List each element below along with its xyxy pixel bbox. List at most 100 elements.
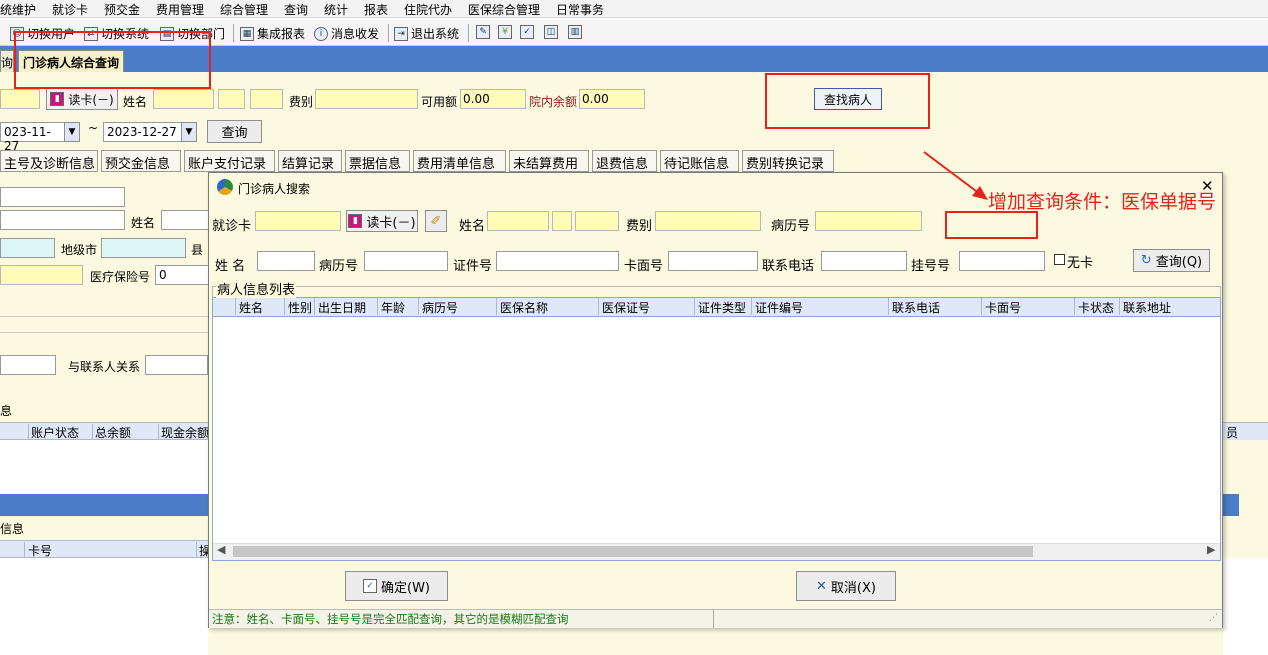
clear-button[interactable]: ✐ — [425, 210, 447, 232]
blue-bar-right — [1223, 494, 1239, 516]
card-reader-icon: ▮ — [50, 92, 65, 106]
dialog-fee-field[interactable] — [655, 211, 761, 231]
no-card-checkbox[interactable] — [1054, 254, 1065, 265]
bg-name-field[interactable] — [161, 210, 211, 230]
exit-icon: ⇥ — [394, 26, 408, 41]
chevron-down-icon: ▼ — [185, 127, 193, 137]
yuan-tool-button[interactable]: ¥ — [498, 25, 512, 39]
bg-yellow-field[interactable] — [0, 265, 83, 285]
message-button[interactable]: i 消息收发 — [314, 25, 379, 42]
menu-query[interactable]: 查询 — [284, 1, 308, 18]
bg-province-field[interactable] — [0, 238, 55, 258]
col-address: 联系地址 — [1120, 298, 1220, 315]
status-divider — [713, 610, 714, 628]
exit-button[interactable]: ⇥ 退出系统 — [394, 25, 459, 42]
check-tool-button[interactable]: ✓ — [520, 25, 534, 39]
switch-system-button[interactable]: ⇄ 切换系统 — [84, 25, 149, 42]
dialog-gender-field[interactable] — [552, 211, 572, 231]
menu-fee[interactable]: 费用管理 — [156, 1, 204, 18]
tab-previous[interactable]: 询 — [0, 50, 14, 72]
switch-dept-button[interactable]: ▤ 切换部门 — [160, 25, 225, 42]
edit-tool-button[interactable]: ✎ — [476, 25, 490, 39]
menu-stats[interactable]: 统计 — [324, 1, 348, 18]
chevron-down-icon: ▼ — [68, 127, 76, 137]
age-field[interactable] — [250, 89, 283, 109]
menu-system[interactable]: 统维护 — [0, 1, 36, 18]
dialog-record-field[interactable] — [815, 211, 922, 231]
tab-unsettled[interactable]: 未结算费用 — [509, 150, 589, 172]
book-tool-button[interactable]: ◫ — [544, 25, 558, 39]
divider — [0, 332, 208, 333]
bg-contact-field[interactable] — [0, 355, 56, 375]
name-field[interactable] — [153, 89, 214, 109]
calc-tool-button[interactable]: ▥ — [568, 25, 582, 39]
read-card-button[interactable]: ▮ 读卡(－) — [46, 88, 118, 110]
dialog-name-field[interactable] — [487, 211, 549, 231]
scrollbar-thumb[interactable] — [233, 546, 1033, 557]
find-patient-button[interactable]: 查找病人 — [814, 88, 882, 110]
dialog-cardface-field[interactable] — [668, 251, 758, 271]
yuan-icon: ¥ — [498, 25, 512, 39]
switch-user-button[interactable]: ☺ 切换用户 — [10, 25, 75, 42]
tab-refund[interactable]: 退费信息 — [592, 150, 657, 172]
dialog-name2-field[interactable] — [257, 251, 315, 271]
fee-type-field[interactable] — [315, 89, 418, 109]
cancel-button[interactable]: ✕ 取消(X) — [796, 571, 896, 601]
date-from-dropdown[interactable]: ▼ — [64, 122, 80, 142]
col-total-balance: 总余额 — [92, 424, 158, 441]
date-to-field[interactable]: 2023-12-27 — [103, 122, 181, 142]
county-label: 县 — [191, 243, 204, 257]
menu-card[interactable]: 就诊卡 — [52, 1, 88, 18]
date-from-field[interactable]: 023-11-27 — [0, 122, 64, 153]
tab-settlement[interactable]: 结算记录 — [278, 150, 342, 172]
report-button[interactable]: ▦ 集成报表 — [240, 25, 305, 42]
dialog-read-card-button[interactable]: ▮ 读卡(－) — [346, 210, 418, 232]
status-note: 注意：姓名、卡面号、挂号号是完全匹配查询，其它的是模糊匹配查询 — [212, 612, 569, 626]
available-label: 可用额 — [421, 95, 458, 109]
dialog-age-field[interactable] — [575, 211, 619, 231]
menu-integrated[interactable]: 综合管理 — [220, 1, 268, 18]
dialog-id-field[interactable] — [496, 251, 619, 271]
tab-pending[interactable]: 待记账信息 — [660, 150, 739, 172]
pencil-icon: ✎ — [476, 25, 490, 39]
insurance-field[interactable]: 0 — [155, 265, 210, 285]
query-button[interactable]: 查询 — [207, 120, 262, 143]
menu-insurance[interactable]: 医保综合管理 — [468, 1, 540, 18]
bg-city-field[interactable] — [101, 238, 186, 258]
menu-report[interactable]: 报表 — [364, 1, 388, 18]
bg-field-1[interactable] — [0, 187, 125, 207]
menu-daily[interactable]: 日常事务 — [556, 1, 604, 18]
col-name: 姓名 — [236, 298, 285, 315]
dialog-reg-field[interactable] — [959, 251, 1045, 271]
tab-account-payment[interactable]: 账户支付记录 — [184, 150, 275, 172]
dialog-record2-field[interactable] — [364, 251, 448, 271]
ok-button[interactable]: ✓ 确定(W) — [345, 571, 448, 601]
menu-inpatient[interactable]: 住院代办 — [404, 1, 452, 18]
tab-receipt[interactable]: 票据信息 — [345, 150, 410, 172]
dialog-query-button[interactable]: ↻ 查询(Q) — [1133, 249, 1210, 272]
tab-registration[interactable]: 主号及诊断信息 — [0, 150, 98, 172]
date-to-dropdown[interactable]: ▼ — [181, 122, 197, 142]
dialog-card-field[interactable] — [255, 211, 341, 231]
tab-outpatient-query[interactable]: 门诊病人综合查询 — [18, 50, 124, 72]
bg-field-2[interactable] — [0, 210, 125, 230]
scroll-left-icon[interactable]: ◀ — [217, 543, 225, 556]
report-label: 集成报表 — [257, 27, 306, 41]
dialog-read-card-label: 读卡(－) — [366, 215, 416, 231]
tab-deposit[interactable]: 预交金信息 — [101, 150, 181, 172]
book-icon: ◫ — [544, 25, 558, 39]
gender-field[interactable] — [218, 89, 245, 109]
card-number-field[interactable] — [0, 89, 40, 109]
patient-search-dialog: 门诊病人搜索 ✕ 就诊卡 ▮ 读卡(－) ✐ 姓名 费别 病历号 姓 名 病历号 … — [208, 172, 1223, 628]
tab-fee-conversion[interactable]: 费别转换记录 — [742, 150, 834, 172]
tab-fee-list[interactable]: 费用清单信息 — [413, 150, 506, 172]
menu-deposit[interactable]: 预交金 — [104, 1, 140, 18]
resize-grip-icon[interactable]: ⋰ — [1209, 613, 1218, 623]
col-phone: 联系电话 — [889, 298, 982, 315]
scroll-right-icon[interactable]: ▶ — [1207, 543, 1215, 556]
relation-field[interactable] — [145, 355, 208, 375]
col-staff-partial: 员 — [1226, 426, 1239, 440]
card-reader-icon: ▮ — [348, 214, 363, 228]
switch-icon: ⇄ — [84, 26, 98, 41]
dialog-phone-field[interactable] — [821, 251, 907, 271]
